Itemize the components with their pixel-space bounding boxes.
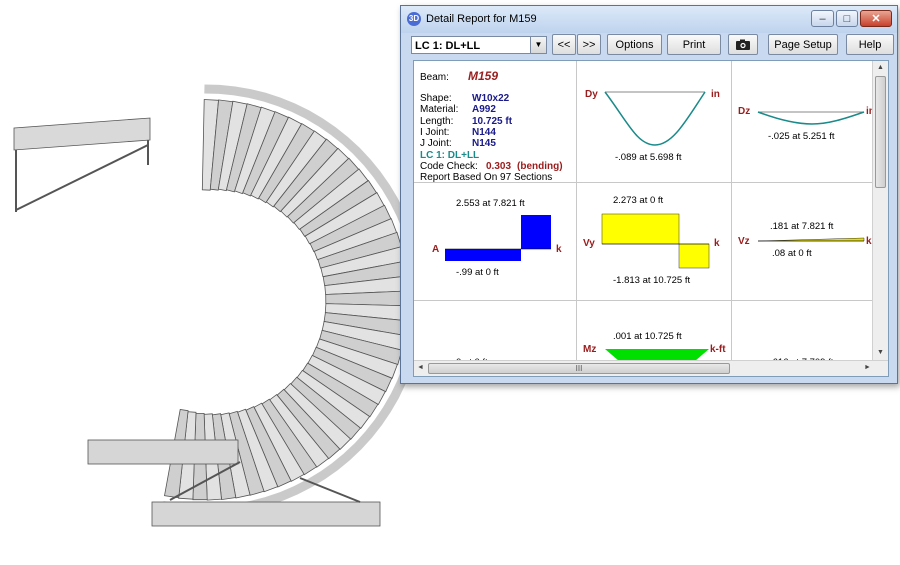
axial-min: -.99 at 0 ft (456, 267, 499, 278)
axial-unit: k (556, 244, 562, 255)
options-button[interactable]: Options (607, 34, 662, 55)
shear-y-negative (678, 243, 710, 269)
chevron-down-icon[interactable]: ▼ (530, 37, 546, 53)
beam-row: Beam: M159 (420, 70, 498, 83)
code-check-label: Code Check: (420, 161, 478, 172)
dy-diagram: Dy in -.089 at 5.698 ft (577, 61, 732, 183)
camera-glyph (736, 39, 750, 50)
shear-y-unit: k (714, 238, 720, 249)
material-label: Material: (420, 104, 459, 115)
member-info-panel: Beam: M159 Shape: W10x22 Material: A992 Le… (414, 61, 577, 183)
load-case-select[interactable]: LC 1: DL+LL ▼ (411, 36, 547, 54)
window-title: Detail Report for M159 (426, 13, 537, 25)
dy-curve-svg (604, 91, 706, 146)
lower-landing-beam (87, 439, 239, 465)
shear-z-min: .08 at 0 ft (772, 248, 812, 259)
shape-row: Shape: W10x22 (420, 93, 509, 104)
shear-z-svg (757, 237, 865, 242)
shear-z-max: .181 at 7.821 ft (770, 221, 834, 232)
shape-label: Shape: (420, 93, 452, 104)
ijoint-value: N144 (472, 127, 496, 138)
previous-member-button[interactable]: << (552, 34, 576, 55)
report-basis: Report Based On 97 Sections (420, 172, 553, 183)
axial-axis-label: A (432, 244, 440, 255)
minimize-button[interactable]: – (811, 10, 834, 27)
help-button[interactable]: Help (846, 34, 894, 55)
horizontal-scroll-thumb[interactable]: III (428, 363, 730, 374)
scroll-left-icon[interactable]: ◄ (417, 364, 424, 371)
jjoint-row: J Joint: N145 (420, 138, 496, 149)
dz-result: -.025 at 5.251 ft (768, 131, 835, 142)
shear-z-diagram: .181 at 7.821 ft Vz k .08 at 0 ft (732, 183, 873, 301)
scroll-down-icon[interactable]: ▼ (877, 349, 884, 356)
load-case-label: LC 1: DL+LL (420, 150, 480, 161)
bottom-beam (151, 501, 381, 527)
vertical-scrollbar[interactable]: ▲ ▼ (872, 61, 888, 360)
code-check-value: 0.303 (486, 161, 512, 172)
stair-drawing (13, 84, 425, 527)
axial-max: 2.553 at 7.821 ft (456, 198, 525, 209)
moment-z-axis-label: Mz (583, 344, 597, 355)
landing-brace (15, 144, 149, 211)
jjoint-value: N145 (472, 138, 496, 149)
title-bar[interactable]: 3D Detail Report for M159 – □ ✕ (401, 6, 897, 33)
beam-id: M159 (468, 69, 499, 83)
shear-z-fill (757, 237, 865, 242)
detail-report-window: 3D Detail Report for M159 – □ ✕ LC 1: DL… (400, 5, 898, 384)
shear-z-axis-label: Vz (738, 236, 750, 247)
camera-icon[interactable] (728, 34, 758, 55)
bottom-brace-right (299, 477, 361, 503)
moment-z-unit: k-ft (710, 344, 726, 355)
dz-axis-label: Dz (738, 106, 751, 117)
dy-unit: in (711, 89, 720, 100)
shape-value: W10x22 (472, 93, 510, 104)
scroll-up-icon[interactable]: ▲ (877, 64, 884, 71)
dy-axis-label: Dy (585, 89, 598, 100)
shear-y-diagram: 2.273 at 0 ft Vy k -1.813 at 10.725 ft (577, 183, 732, 301)
scroll-right-icon[interactable]: ► (864, 364, 871, 371)
dz-diagram: Dz in -.025 at 5.251 ft (732, 61, 873, 183)
jjoint-label: J Joint: (420, 138, 452, 149)
axial-bar-tension (521, 215, 551, 249)
shear-y-min: -1.813 at 10.725 ft (613, 275, 691, 286)
length-row: Length: 10.725 ft (420, 116, 512, 127)
ijoint-label: I Joint: (420, 127, 450, 138)
shear-y-positive (601, 213, 680, 245)
vertical-scroll-thumb[interactable] (875, 76, 886, 188)
material-value: A992 (472, 104, 496, 115)
next-member-button[interactable]: >> (577, 34, 601, 55)
axial-diagram: 2.553 at 7.821 ft A k -.99 at 0 ft (414, 183, 577, 301)
dz-curve-svg (757, 111, 865, 125)
page-setup-button[interactable]: Page Setup (768, 34, 838, 55)
shear-z-unit: k (866, 236, 872, 247)
moment-z-result: .001 at 10.725 ft (613, 331, 682, 342)
material-row: Material: A992 (420, 104, 496, 115)
app-icon: 3D (407, 12, 421, 26)
beam-label: Beam: (420, 72, 449, 83)
code-check-row: Code Check: 0.303 (bending) (420, 161, 563, 172)
ijoint-row: I Joint: N144 (420, 127, 496, 138)
load-case-value: LC 1: DL+LL (415, 40, 481, 52)
axial-bar-compression (445, 249, 521, 261)
length-label: Length: (420, 116, 454, 127)
code-check-type: (bending) (517, 161, 563, 172)
horizontal-scrollbar[interactable]: ◄ III ► (414, 360, 888, 376)
close-button[interactable]: ✕ (860, 10, 892, 27)
dz-deflection-curve (757, 111, 865, 125)
shear-y-axis-label: Vy (583, 238, 595, 249)
top-landing (13, 117, 151, 151)
report-content: Beam: M159 Shape: W10x22 Material: A992 Le… (413, 60, 889, 377)
maximize-button[interactable]: □ (836, 10, 858, 27)
dy-result: -.089 at 5.698 ft (615, 152, 682, 163)
toolbar: LC 1: DL+LL ▼ << >> Options Print Page S… (406, 34, 894, 60)
print-button[interactable]: Print (667, 34, 721, 55)
shear-y-max: 2.273 at 0 ft (613, 195, 664, 206)
dy-deflection-curve (604, 91, 706, 146)
length-value: 10.725 ft (472, 116, 513, 127)
